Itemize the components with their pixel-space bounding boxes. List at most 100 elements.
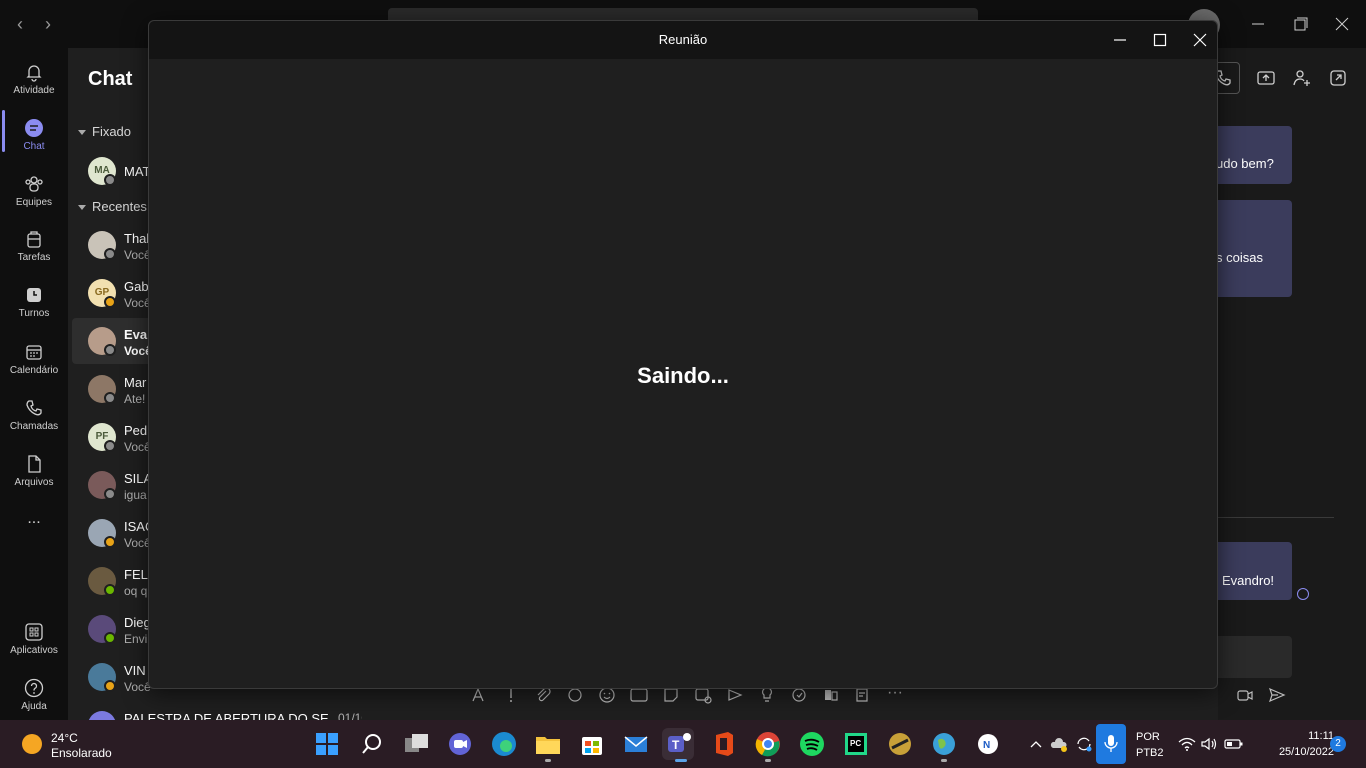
onedrive-icon[interactable] — [1050, 734, 1070, 754]
weather-desc[interactable]: Ensolarado — [51, 746, 112, 760]
video-clip-icon[interactable] — [1236, 686, 1254, 704]
forward-arrow-icon[interactable]: › — [38, 14, 58, 34]
section-recent[interactable]: Recentes — [78, 199, 147, 214]
office-icon[interactable] — [708, 728, 740, 760]
svg-text:PC: PC — [850, 739, 861, 748]
search-icon[interactable] — [356, 728, 388, 760]
keyboard-layout[interactable]: PTB2 — [1136, 747, 1164, 759]
status-text: Saindo... — [637, 363, 729, 388]
message-bubble: s coisas — [1210, 200, 1292, 297]
status-badge — [104, 296, 116, 308]
section-pinned[interactable]: Fixado — [78, 124, 131, 139]
minimize-icon[interactable] — [1246, 12, 1270, 36]
chat-preview: Ate! — [124, 392, 146, 406]
game-app-icon[interactable] — [884, 728, 916, 760]
rail-item-files[interactable]: Arquivos — [0, 446, 68, 500]
rail-item-shifts[interactable]: Turnos — [0, 277, 68, 331]
clock-time[interactable]: 11:11 — [1290, 730, 1334, 742]
back-arrow-icon[interactable]: ‹ — [10, 14, 30, 34]
svg-text:N: N — [983, 740, 990, 751]
section-label: Fixado — [92, 124, 132, 139]
rail-item-teams[interactable]: Equipes — [0, 166, 68, 220]
status-badge — [104, 632, 116, 644]
mail-icon[interactable] — [620, 728, 652, 760]
rail-label: Atividade — [13, 85, 55, 96]
clock-date[interactable]: 25/10/2022 — [1258, 746, 1334, 758]
add-people-icon[interactable] — [1292, 68, 1312, 88]
meeting-titlebar: Reunião — [149, 21, 1217, 59]
more-apps-button[interactable]: ... — [0, 510, 68, 564]
notification-count-badge[interactable]: 2 — [1330, 736, 1346, 752]
sun-icon[interactable] — [22, 734, 42, 754]
rail-item-chat[interactable]: Chat — [0, 110, 68, 164]
chat-preview: igua — [124, 488, 147, 502]
chat-icon — [24, 118, 44, 138]
rail-item-calls[interactable]: Chamadas — [0, 390, 68, 444]
status-badge — [104, 248, 116, 260]
rail-label: Chat — [23, 141, 45, 152]
language-code[interactable]: POR — [1136, 731, 1160, 743]
chat-preview: Você — [124, 440, 151, 454]
rail-item-activity[interactable]: Atividade — [0, 54, 68, 108]
teams-chat-icon[interactable] — [444, 728, 476, 760]
chevron-down-icon — [78, 205, 86, 211]
word-helper-icon[interactable]: N — [972, 728, 1004, 760]
chat-name: VIN — [124, 663, 146, 678]
weather-temp[interactable]: 24°C — [51, 731, 78, 745]
status-badge — [104, 344, 116, 356]
chat-name: MAT — [124, 164, 151, 179]
chat-preview: Envi — [124, 632, 148, 646]
rail-item-help[interactable]: Ajuda — [0, 670, 68, 724]
chat-preview: Você — [124, 680, 151, 694]
store-icon[interactable] — [576, 728, 608, 760]
edge-icon[interactable] — [488, 728, 520, 760]
shifts-icon — [24, 285, 44, 305]
file-icon — [24, 454, 44, 474]
running-indicator — [941, 759, 947, 762]
minimize-icon[interactable] — [1110, 30, 1130, 50]
chat-preview: Você — [124, 536, 151, 550]
windows-start-icon[interactable] — [311, 728, 343, 760]
pycharm-icon[interactable]: PC — [840, 728, 872, 760]
rail-label: Tarefas — [17, 252, 51, 263]
status-badge — [104, 392, 116, 404]
wifi-icon[interactable] — [1178, 736, 1196, 752]
chat-name: Thal — [124, 231, 150, 246]
chat-list-item[interactable]: PALESTRA DE ABERTURA DO SE 01/10 — [72, 702, 362, 720]
status-badge — [104, 440, 116, 452]
status-badge — [104, 584, 116, 596]
avatar — [88, 711, 116, 720]
globe-app-icon[interactable] — [928, 728, 960, 760]
teams-app-icon[interactable]: T — [662, 728, 694, 760]
share-screen-icon[interactable] — [1256, 68, 1276, 88]
chat-name: Ped — [124, 423, 148, 438]
chat-preview: oq q — [124, 584, 148, 598]
battery-icon[interactable] — [1224, 736, 1244, 752]
file-explorer-icon[interactable] — [532, 728, 564, 760]
close-icon[interactable] — [1190, 30, 1210, 50]
volume-icon[interactable] — [1200, 736, 1218, 752]
close-icon[interactable] — [1330, 12, 1354, 36]
task-view-icon[interactable] — [400, 728, 432, 760]
tasks-icon — [24, 229, 44, 249]
chrome-icon[interactable] — [752, 728, 784, 760]
chevron-up-icon[interactable] — [1028, 736, 1044, 752]
microphone-in-use-icon[interactable] — [1096, 724, 1126, 764]
rail-item-tasks[interactable]: Tarefas — [0, 221, 68, 275]
chat-preview: Você — [124, 248, 151, 262]
help-icon — [24, 678, 44, 698]
rail-label: Arquivos — [14, 477, 54, 488]
sync-icon[interactable] — [1074, 734, 1094, 754]
compose-input[interactable] — [1210, 636, 1292, 678]
read-receipt-icon — [1297, 588, 1309, 600]
spotify-icon[interactable] — [796, 728, 828, 760]
maximize-icon[interactable] — [1150, 30, 1170, 50]
send-icon[interactable] — [1268, 686, 1286, 704]
rail-item-calendar[interactable]: Calendário — [0, 334, 68, 388]
chat-name: Gab — [124, 279, 149, 294]
rail-item-apps[interactable]: Aplicativos — [0, 614, 68, 668]
restore-icon[interactable] — [1288, 12, 1312, 36]
message-bubble: udo bem? — [1210, 126, 1292, 184]
active-app-indicator — [675, 759, 687, 762]
pop-out-icon[interactable] — [1328, 68, 1348, 88]
